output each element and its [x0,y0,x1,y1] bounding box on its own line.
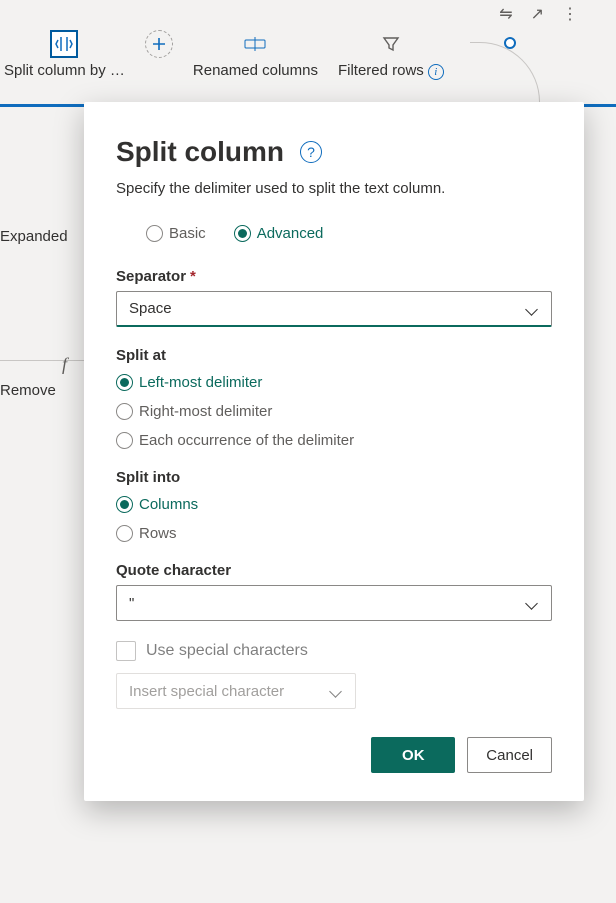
radio-bullet [116,374,133,391]
step-label: Split column by … [4,62,125,79]
radio-label: Columns [139,496,198,513]
checkbox-box [116,641,136,661]
mode-radio-group: Basic Advanced [116,225,552,242]
radio-bullet [116,432,133,449]
step-filtered-rows[interactable]: Filtered rowsi [338,30,444,80]
radio-left-most[interactable]: Left-most delimiter [116,374,552,391]
special-chars-checkbox: Use special characters [116,641,552,661]
radio-advanced[interactable]: Advanced [234,225,324,242]
rename-icon [241,30,269,58]
filter-icon [377,30,405,58]
quote-group: Quote character " [116,562,552,621]
radio-label: Rows [139,525,177,542]
separator-select[interactable]: Space [116,291,552,327]
cancel-button[interactable]: Cancel [467,737,552,773]
step-label: Filtered rowsi [338,62,444,80]
radio-label: Left-most delimiter [139,374,262,391]
radio-bullet [116,525,133,542]
radio-columns[interactable]: Columns [116,496,552,513]
ok-button[interactable]: OK [371,737,455,773]
step-split-column[interactable]: Split column by … [4,30,125,79]
plus-icon [145,30,173,58]
hline [0,360,85,361]
remove-label: Remove [0,382,56,399]
radio-label: Advanced [257,225,324,242]
step-renamed-columns[interactable]: Renamed columns [193,30,318,79]
radio-basic[interactable]: Basic [146,225,206,242]
quote-label: Quote character [116,562,552,579]
step-add[interactable] [145,30,173,58]
step-label: Renamed columns [193,62,318,79]
transform-steps: Split column by … Renamed columns Filter… [0,30,616,100]
info-icon[interactable]: i [428,64,444,80]
share-icon[interactable]: ⇋ [499,4,512,24]
split-column-icon [50,30,78,58]
chevron-down-icon [525,596,539,610]
checkbox-label: Use special characters [146,642,308,660]
separator-value: Space [129,300,172,317]
separator-label: Separator* [116,268,552,285]
more-icon[interactable]: ⋮ [562,4,578,24]
radio-bullet [116,496,133,513]
split-at-label: Split at [116,347,552,364]
radio-bullet [146,225,163,242]
radio-label: Right-most delimiter [139,403,272,420]
top-right-icons: ⇋ ↗ ⋮ [499,4,578,24]
help-icon[interactable]: ? [300,141,322,163]
split-into-label: Split into [116,469,552,486]
fx-icon: f [62,354,67,375]
insert-special-label: Insert special character [129,683,284,700]
expanded-label: Expanded [0,228,68,245]
radio-right-most[interactable]: Right-most delimiter [116,403,552,420]
separator-group: Separator* Space [116,268,552,327]
expand-icon[interactable]: ↗ [531,4,544,24]
radio-bullet [234,225,251,242]
chevron-down-icon [329,684,343,698]
dialog-title: Split column [116,136,284,168]
split-column-dialog: Split column ? Specify the delimiter use… [84,102,584,801]
radio-rows[interactable]: Rows [116,525,552,542]
radio-bullet [116,403,133,420]
split-at-group: Split at Left-most delimiter Right-most … [116,347,552,449]
radio-each-occurrence[interactable]: Each occurrence of the delimiter [116,432,552,449]
quote-select[interactable]: " [116,585,552,621]
radio-label: Basic [169,225,206,242]
insert-special-dropdown: Insert special character [116,673,356,709]
quote-value: " [129,595,134,612]
radio-label: Each occurrence of the delimiter [139,432,354,449]
dialog-subtitle: Specify the delimiter used to split the … [116,180,552,197]
chevron-down-icon [525,302,539,316]
dialog-buttons: OK Cancel [116,737,552,773]
split-into-group: Split into Columns Rows [116,469,552,542]
